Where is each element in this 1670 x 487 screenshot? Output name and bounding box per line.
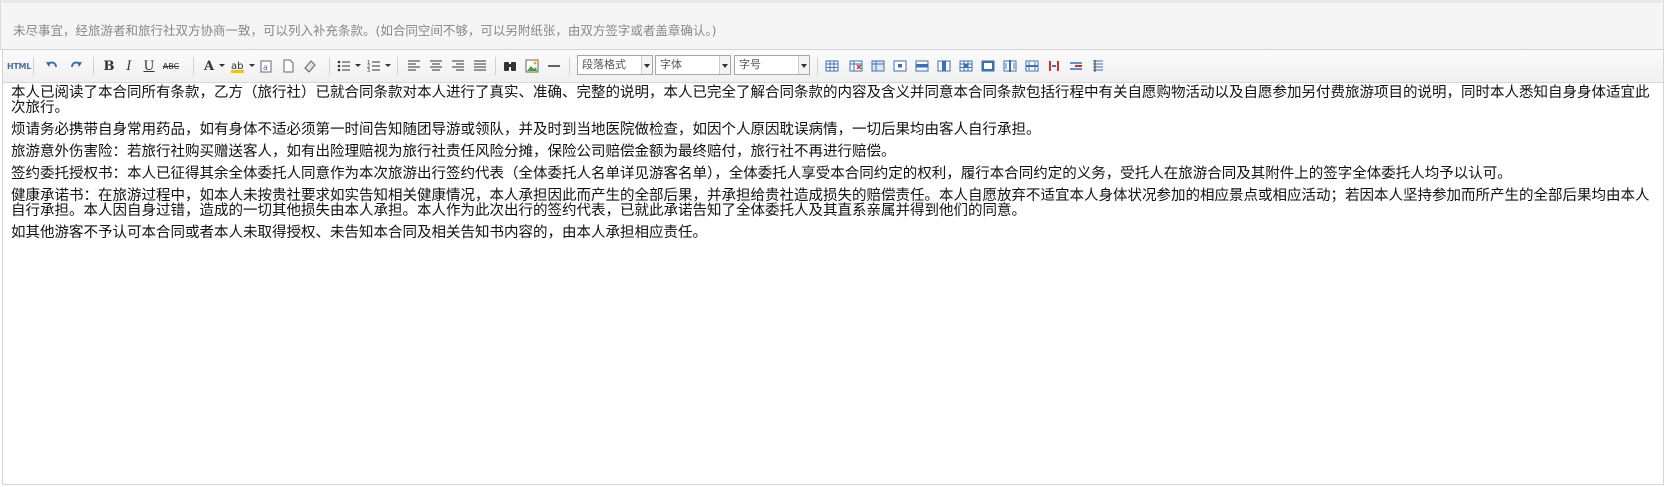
paste-text-icon[interactable]: a: [257, 56, 275, 76]
font-color-button[interactable]: A: [201, 56, 217, 76]
bulleted-list-icon[interactable]: [335, 56, 353, 76]
find-replace-icon[interactable]: [501, 56, 519, 76]
font-family-select[interactable]: 字体: [655, 55, 731, 75]
numbered-list-dropdown-icon[interactable]: [385, 64, 391, 67]
font-size-arrow-icon: [798, 56, 809, 74]
font-family-arrow-icon: [719, 56, 730, 74]
toolbar-separator: [495, 57, 496, 75]
align-left-icon[interactable]: [405, 56, 423, 76]
bulleted-list-dropdown-icon[interactable]: [355, 64, 361, 67]
split-to-rows-icon[interactable]: [1067, 56, 1085, 76]
eraser-icon[interactable]: [301, 56, 319, 76]
merge-cells-icon[interactable]: [957, 56, 975, 76]
paragraph-format-arrow-icon: [641, 56, 652, 74]
underline-button[interactable]: U: [141, 56, 157, 76]
svg-text:3: 3: [367, 68, 370, 73]
toolbar-separator: [193, 57, 194, 75]
bold-button[interactable]: B: [101, 56, 117, 76]
align-right-icon[interactable]: [449, 56, 467, 76]
align-center-icon[interactable]: [427, 56, 445, 76]
split-cells-icon[interactable]: [979, 56, 997, 76]
content-paragraph: 本人已阅读了本合同所有条款，乙方（旅行社）已就合同条款对本人进行了真实、准确、完…: [11, 85, 1650, 116]
toolbar-separator: [569, 57, 570, 75]
cell-properties-icon[interactable]: [891, 56, 909, 76]
highlight-dropdown-icon[interactable]: [249, 64, 255, 67]
paragraph-format-value: 段落格式: [582, 58, 626, 71]
redo-icon[interactable]: [67, 56, 85, 76]
toolbar-separator: [329, 57, 330, 75]
font-size-select[interactable]: 字号: [734, 55, 810, 75]
paragraph-format-select[interactable]: 段落格式: [577, 55, 653, 75]
editor-toolbar: HTML B I U ABC A ab a 1 2 3 段落格式 字体 字号: [3, 50, 1663, 83]
content-paragraph: 烦请务必携带自身常用药品，如有身体不适必须第一时间告知随团导游或领队，并及时到当…: [11, 122, 1041, 138]
insert-table-icon[interactable]: [823, 56, 841, 76]
html-source-button[interactable]: HTML: [7, 56, 31, 76]
horizontal-rule-icon[interactable]: [545, 56, 563, 76]
toolbar-separator: [33, 57, 34, 75]
undo-icon[interactable]: [43, 56, 61, 76]
table-properties-icon[interactable]: [869, 56, 887, 76]
delete-table-icon[interactable]: [847, 56, 865, 76]
highlight-color-icon[interactable]: ab: [229, 56, 247, 76]
delete-row-icon[interactable]: [1023, 56, 1041, 76]
italic-button[interactable]: I: [121, 56, 137, 76]
insert-image-icon[interactable]: [523, 56, 541, 76]
notice-text: 未尽事宜，经旅游者和旅行社双方协商一致，可以列入补充条款。(如合同空间不够，可以…: [13, 23, 717, 38]
content-paragraph: 旅游意外伤害险：若旅行社购买赠送客人，如有出险理赔视为旅行社责任风险分摊，保险公…: [11, 144, 896, 160]
content-paragraph: 签约委托授权书：本人已征得其余全体委托人同意作为本次旅游出行签约代表（全体委托人…: [11, 166, 1512, 182]
toolbar-separator: [93, 57, 94, 75]
align-justify-icon[interactable]: [471, 56, 489, 76]
svg-text:a: a: [263, 63, 268, 72]
rich-text-editor[interactable]: HTML B I U ABC A ab a 1 2 3 段落格式 字体 字号 本…: [2, 49, 1664, 485]
strikethrough-button[interactable]: ABC: [160, 56, 182, 76]
font-size-value: 字号: [739, 58, 761, 71]
font-color-dropdown-icon[interactable]: [219, 64, 225, 67]
font-family-value: 字体: [660, 58, 682, 71]
toolbar-separator: [817, 57, 818, 75]
delete-column-icon[interactable]: [1001, 56, 1019, 76]
numbered-list-icon[interactable]: 123: [365, 56, 383, 76]
toolbar-separator: [397, 57, 398, 75]
content-paragraph: 如其他游客不予认可本合同或者本人未取得授权、未告知本合同及相关告知书内容的，由本…: [11, 225, 707, 241]
insert-row-icon[interactable]: [913, 56, 931, 76]
content-paragraph: 健康承诺书：在旅游过程中，如本人未按贵社要求如实告知相关健康情况，本人承担因此而…: [11, 188, 1650, 219]
split-to-cols-icon[interactable]: [1045, 56, 1063, 76]
paste-word-icon[interactable]: [279, 56, 297, 76]
editor-content[interactable]: 本人已阅读了本合同所有条款，乙方（旅行社）已就合同条款对本人进行了真实、准确、完…: [11, 86, 1651, 248]
supplementary-terms-notice: 未尽事宜，经旅游者和旅行社双方协商一致，可以列入补充条款。(如合同空间不够，可以…: [0, 0, 1664, 50]
insert-column-icon[interactable]: [935, 56, 953, 76]
table-toolbar-more-icon[interactable]: [1089, 56, 1107, 76]
